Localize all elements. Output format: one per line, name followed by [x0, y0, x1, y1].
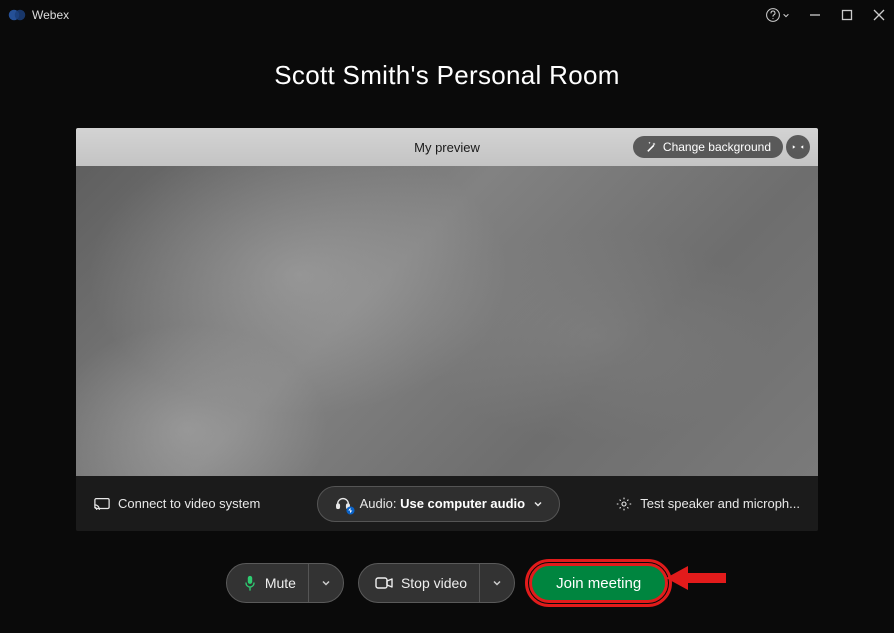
stop-video-button[interactable]: Stop video: [358, 563, 515, 603]
title-bar: Webex: [0, 0, 894, 30]
minimize-button[interactable]: [808, 8, 822, 22]
connect-video-system-button[interactable]: Connect to video system: [94, 496, 260, 511]
magic-wand-icon: [645, 141, 657, 153]
audio-selector-label: Audio: Use computer audio: [360, 496, 525, 511]
audio-row: Connect to video system Audio: Use compu…: [76, 476, 818, 531]
mute-options-chevron[interactable]: [308, 564, 343, 602]
maximize-button[interactable]: [840, 8, 854, 22]
change-background-button[interactable]: Change background: [633, 136, 783, 158]
microphone-icon: [243, 575, 257, 591]
chevron-down-icon: [533, 499, 543, 509]
join-meeting-label: Join meeting: [556, 575, 641, 592]
bottom-controls: Mute Stop video Join meeting: [0, 563, 894, 603]
join-meeting-button[interactable]: Join meeting: [529, 563, 668, 603]
room-title: Scott Smith's Personal Room: [0, 60, 894, 91]
app-title: Webex: [32, 8, 69, 22]
video-preview: [76, 166, 818, 476]
video-options-chevron[interactable]: [479, 564, 514, 602]
mute-button[interactable]: Mute: [226, 563, 344, 603]
cast-icon: [94, 497, 110, 511]
webex-logo-icon: [8, 6, 26, 24]
audio-selector-button[interactable]: Audio: Use computer audio: [317, 486, 560, 522]
gear-icon: [616, 496, 632, 512]
mirror-icon: [791, 140, 805, 154]
preview-panel: My preview Change background Connect to …: [76, 128, 818, 531]
help-button[interactable]: [765, 7, 790, 23]
mute-label: Mute: [265, 575, 296, 591]
preview-header-label: My preview: [414, 140, 480, 155]
change-background-label: Change background: [663, 140, 771, 154]
headset-icon: [334, 495, 352, 513]
video-camera-icon: [375, 576, 393, 590]
connect-video-label: Connect to video system: [118, 496, 260, 511]
test-speaker-label: Test speaker and microph...: [640, 496, 800, 511]
close-button[interactable]: [872, 8, 886, 22]
stop-video-label: Stop video: [401, 575, 467, 591]
chevron-down-icon: [492, 578, 502, 588]
test-speaker-button[interactable]: Test speaker and microph...: [616, 496, 800, 512]
chevron-down-icon: [321, 578, 331, 588]
mirror-toggle-button[interactable]: [786, 135, 810, 159]
preview-header: My preview Change background: [76, 128, 818, 166]
